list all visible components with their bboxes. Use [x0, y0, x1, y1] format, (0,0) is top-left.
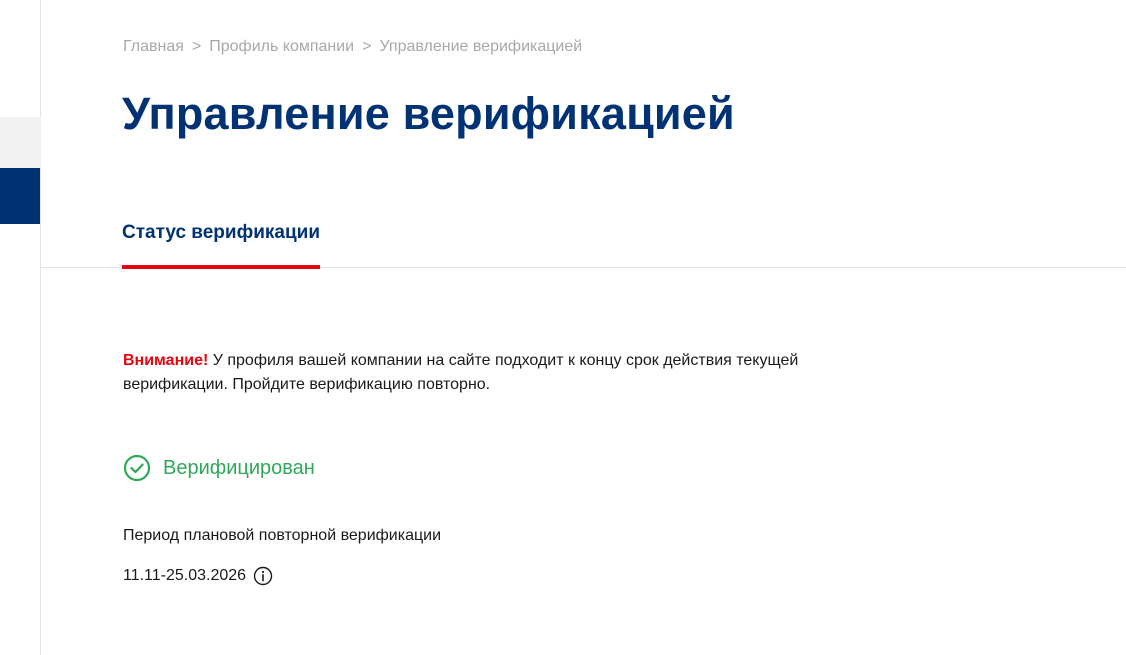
tab-bar: Статус верификации: [41, 215, 1126, 269]
status-label: Верифицирован: [163, 456, 315, 479]
sidebar-item-active[interactable]: [0, 168, 40, 224]
info-icon[interactable]: [253, 566, 273, 586]
tab-label: Статус верификации: [122, 222, 321, 243]
period-dates: 11.11-25.03.2026: [123, 567, 247, 584]
tab-verification-status[interactable]: Статус верификации: [122, 215, 321, 269]
period-value: 11.11-25.03.2026: [123, 566, 273, 586]
breadcrumb-link-company-profile[interactable]: Профиль компании: [209, 38, 354, 56]
notice-text: У профиля вашей компании на сайте подход…: [123, 352, 799, 393]
sidebar-item[interactable]: [0, 117, 41, 168]
verification-notice: Внимание! У профиля вашей компании на са…: [123, 349, 803, 397]
breadcrumb-current: Управление верификацией: [379, 38, 583, 55]
notice-attention-label: Внимание!: [123, 352, 209, 369]
breadcrumb-separator: >: [362, 38, 372, 55]
verification-status: Верифицирован: [123, 454, 315, 482]
sidebar: [0, 0, 41, 655]
check-circle-icon: [123, 454, 151, 482]
breadcrumb-separator: >: [191, 38, 202, 55]
breadcrumb-link-home[interactable]: Главная: [123, 38, 184, 56]
tab-active-indicator: [122, 265, 321, 269]
page-title: Управление верификацией: [122, 88, 735, 139]
breadcrumb: Главная > Профиль компании > Управление …: [123, 38, 582, 56]
period-label: Период плановой повторной верификации: [123, 527, 442, 544]
